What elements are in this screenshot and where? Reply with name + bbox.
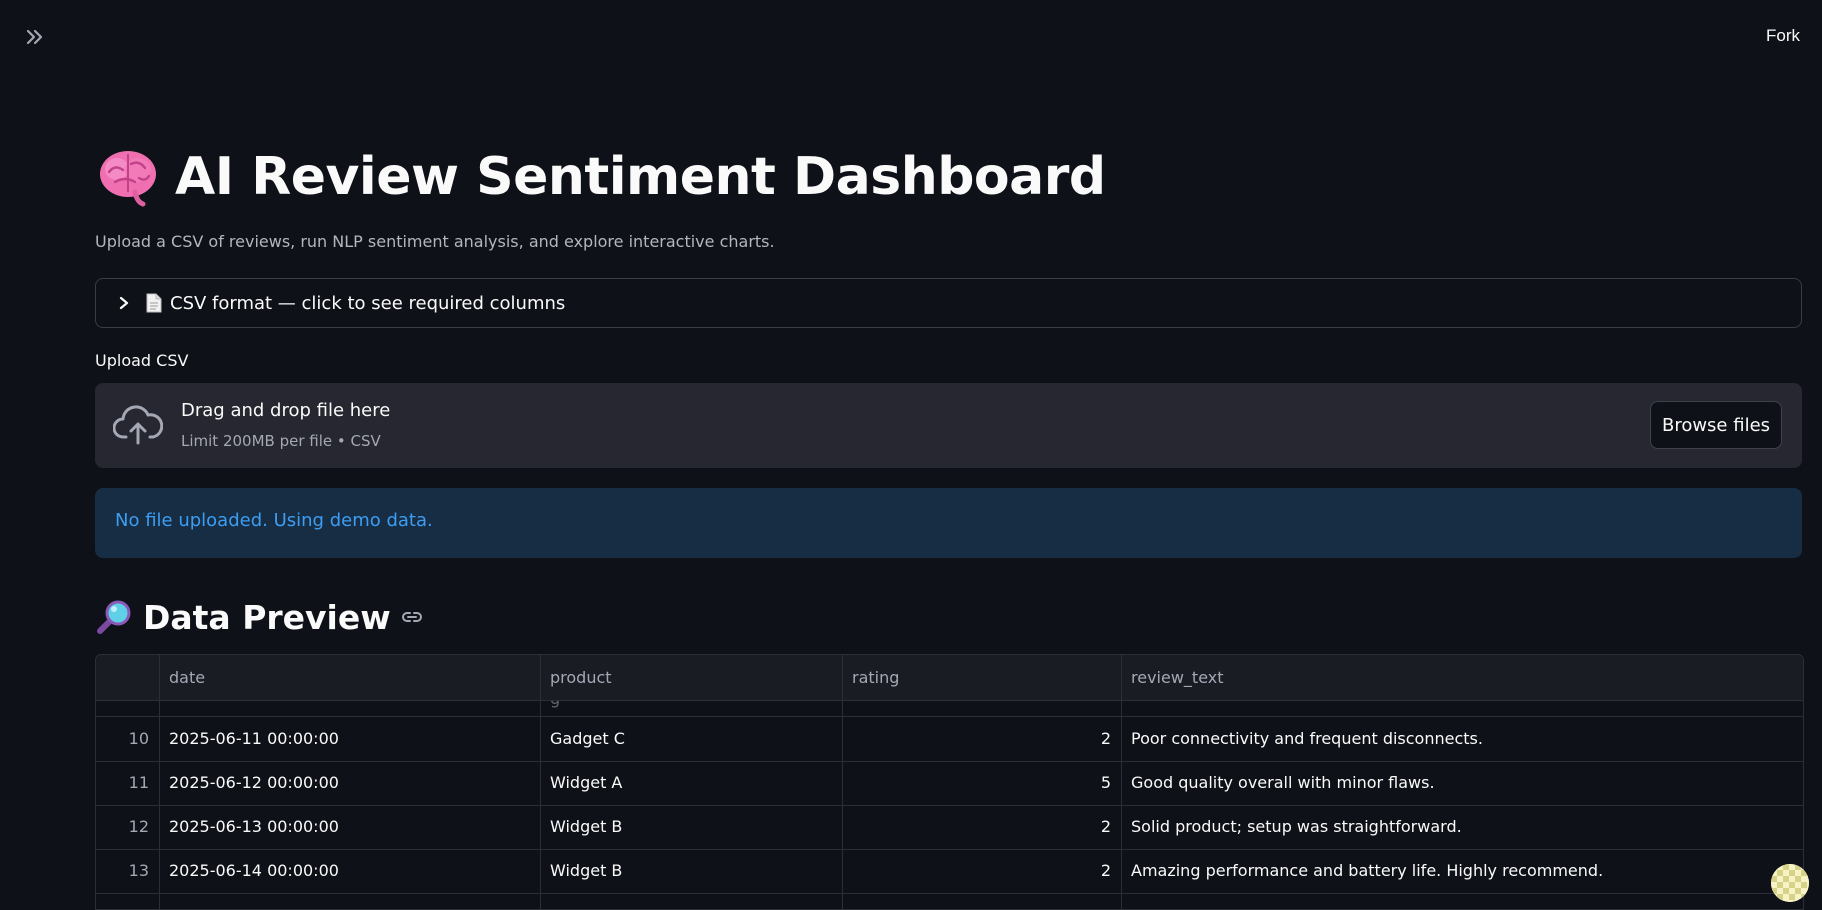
- double-chevron-right-icon: [26, 29, 43, 45]
- anchor-link-icon[interactable]: [401, 606, 423, 628]
- cell-product[interactable]: Gadget C: [540, 717, 842, 761]
- cell-date[interactable]: 2025-06-14 00:00:00: [159, 849, 540, 893]
- magnifying-glass-icon: [97, 600, 131, 634]
- expander-label: CSV format — click to see required colum…: [170, 292, 566, 314]
- streamlit-avatar[interactable]: [1771, 864, 1809, 902]
- row-index: 10: [128, 729, 149, 748]
- cell-review-text[interactable]: Amazing performance and battery life. Hi…: [1121, 849, 1803, 893]
- data-preview-table[interactable]: date product rating review_text g 10 202…: [95, 654, 1804, 910]
- table-row[interactable]: 13 2025-06-14 00:00:00 Widget B 2 Amazin…: [96, 849, 1803, 894]
- cell-product[interactable]: Widget B: [540, 805, 842, 849]
- cell-review-text[interactable]: Poor connectivity and frequent disconnec…: [1121, 717, 1803, 761]
- cell-rating[interactable]: 2: [842, 849, 1121, 893]
- cell-date[interactable]: 2025-06-11 00:00:00: [159, 717, 540, 761]
- page-subtitle: Upload a CSV of reviews, run NLP sentime…: [95, 232, 775, 251]
- dropzone-subtitle: Limit 200MB per file • CSV: [181, 432, 381, 450]
- info-message: No file uploaded. Using demo data.: [115, 510, 433, 531]
- table-row[interactable]: 10 2025-06-11 00:00:00 Gadget C 2 Poor c…: [96, 717, 1803, 762]
- cell-product[interactable]: Widget A: [540, 761, 842, 805]
- cell-rating[interactable]: 2: [842, 805, 1121, 849]
- section-title: Data Preview: [143, 597, 391, 637]
- dropzone-title: Drag and drop file here: [181, 400, 391, 421]
- fork-button[interactable]: Fork: [1766, 26, 1800, 46]
- cell-product[interactable]: Widget B: [540, 849, 842, 893]
- info-alert: No file uploaded. Using demo data.: [95, 488, 1802, 558]
- expand-sidebar-button[interactable]: [22, 24, 48, 50]
- main-content: AI Review Sentiment Dashboard Upload a C…: [95, 140, 1804, 910]
- cell-review-text[interactable]: Solid product; setup was straightforward…: [1121, 805, 1803, 849]
- table-header: date product rating review_text: [96, 655, 1803, 701]
- row-index: 13: [128, 861, 149, 880]
- cloud-upload-icon: [113, 405, 163, 445]
- cell-rating[interactable]: 5: [842, 761, 1121, 805]
- table-row[interactable]: 11 2025-06-12 00:00:00 Widget A 5 Good q…: [96, 761, 1803, 806]
- browse-files-button[interactable]: Browse files: [1650, 401, 1782, 449]
- cell-rating[interactable]: 2: [842, 717, 1121, 761]
- column-header-product[interactable]: product: [540, 655, 842, 700]
- cell-partial-rating: [842, 701, 1121, 716]
- checker-pattern-icon: [1771, 864, 1809, 902]
- row-index: 11: [128, 773, 149, 792]
- row-index-cut: [96, 893, 159, 909]
- chevron-right-icon: [119, 296, 129, 310]
- column-header-review-text[interactable]: review_text: [1121, 655, 1803, 700]
- table-row-partial: g: [96, 701, 1803, 717]
- partial-text-fragment: g: [550, 701, 560, 708]
- section-header: Data Preview: [95, 592, 423, 642]
- table-row[interactable]: 12 2025-06-13 00:00:00 Widget B 2 Solid …: [96, 805, 1803, 850]
- top-bar: Fork: [0, 0, 1822, 72]
- brain-icon: [100, 151, 156, 207]
- cell-review-text[interactable]: Good quality overall with minor flaws.: [1121, 761, 1803, 805]
- cell-date[interactable]: 2025-06-13 00:00:00: [159, 805, 540, 849]
- cell-cut-date: [159, 893, 540, 909]
- document-icon: [146, 293, 162, 313]
- table-row-cut: [96, 893, 1803, 909]
- page-title: AI Review Sentiment Dashboard: [175, 147, 1106, 207]
- row-index-partial: [96, 701, 159, 716]
- upload-label: Upload CSV: [95, 351, 189, 370]
- cell-cut-rating: [842, 893, 1121, 909]
- csv-format-expander[interactable]: CSV format — click to see required colum…: [95, 278, 1802, 328]
- row-index: 12: [128, 817, 149, 836]
- cell-partial-product: g: [540, 701, 842, 716]
- cell-date[interactable]: 2025-06-12 00:00:00: [159, 761, 540, 805]
- column-header-date[interactable]: date: [159, 655, 540, 700]
- cell-cut-product: [540, 893, 842, 909]
- page-header: AI Review Sentiment Dashboard: [95, 140, 1802, 214]
- file-dropzone[interactable]: Drag and drop file here Limit 200MB per …: [95, 383, 1802, 468]
- cell-cut-review: [1121, 893, 1803, 909]
- cell-partial-date: [159, 701, 540, 716]
- cell-partial-review: [1121, 701, 1803, 716]
- column-header-rating[interactable]: rating: [842, 655, 1121, 700]
